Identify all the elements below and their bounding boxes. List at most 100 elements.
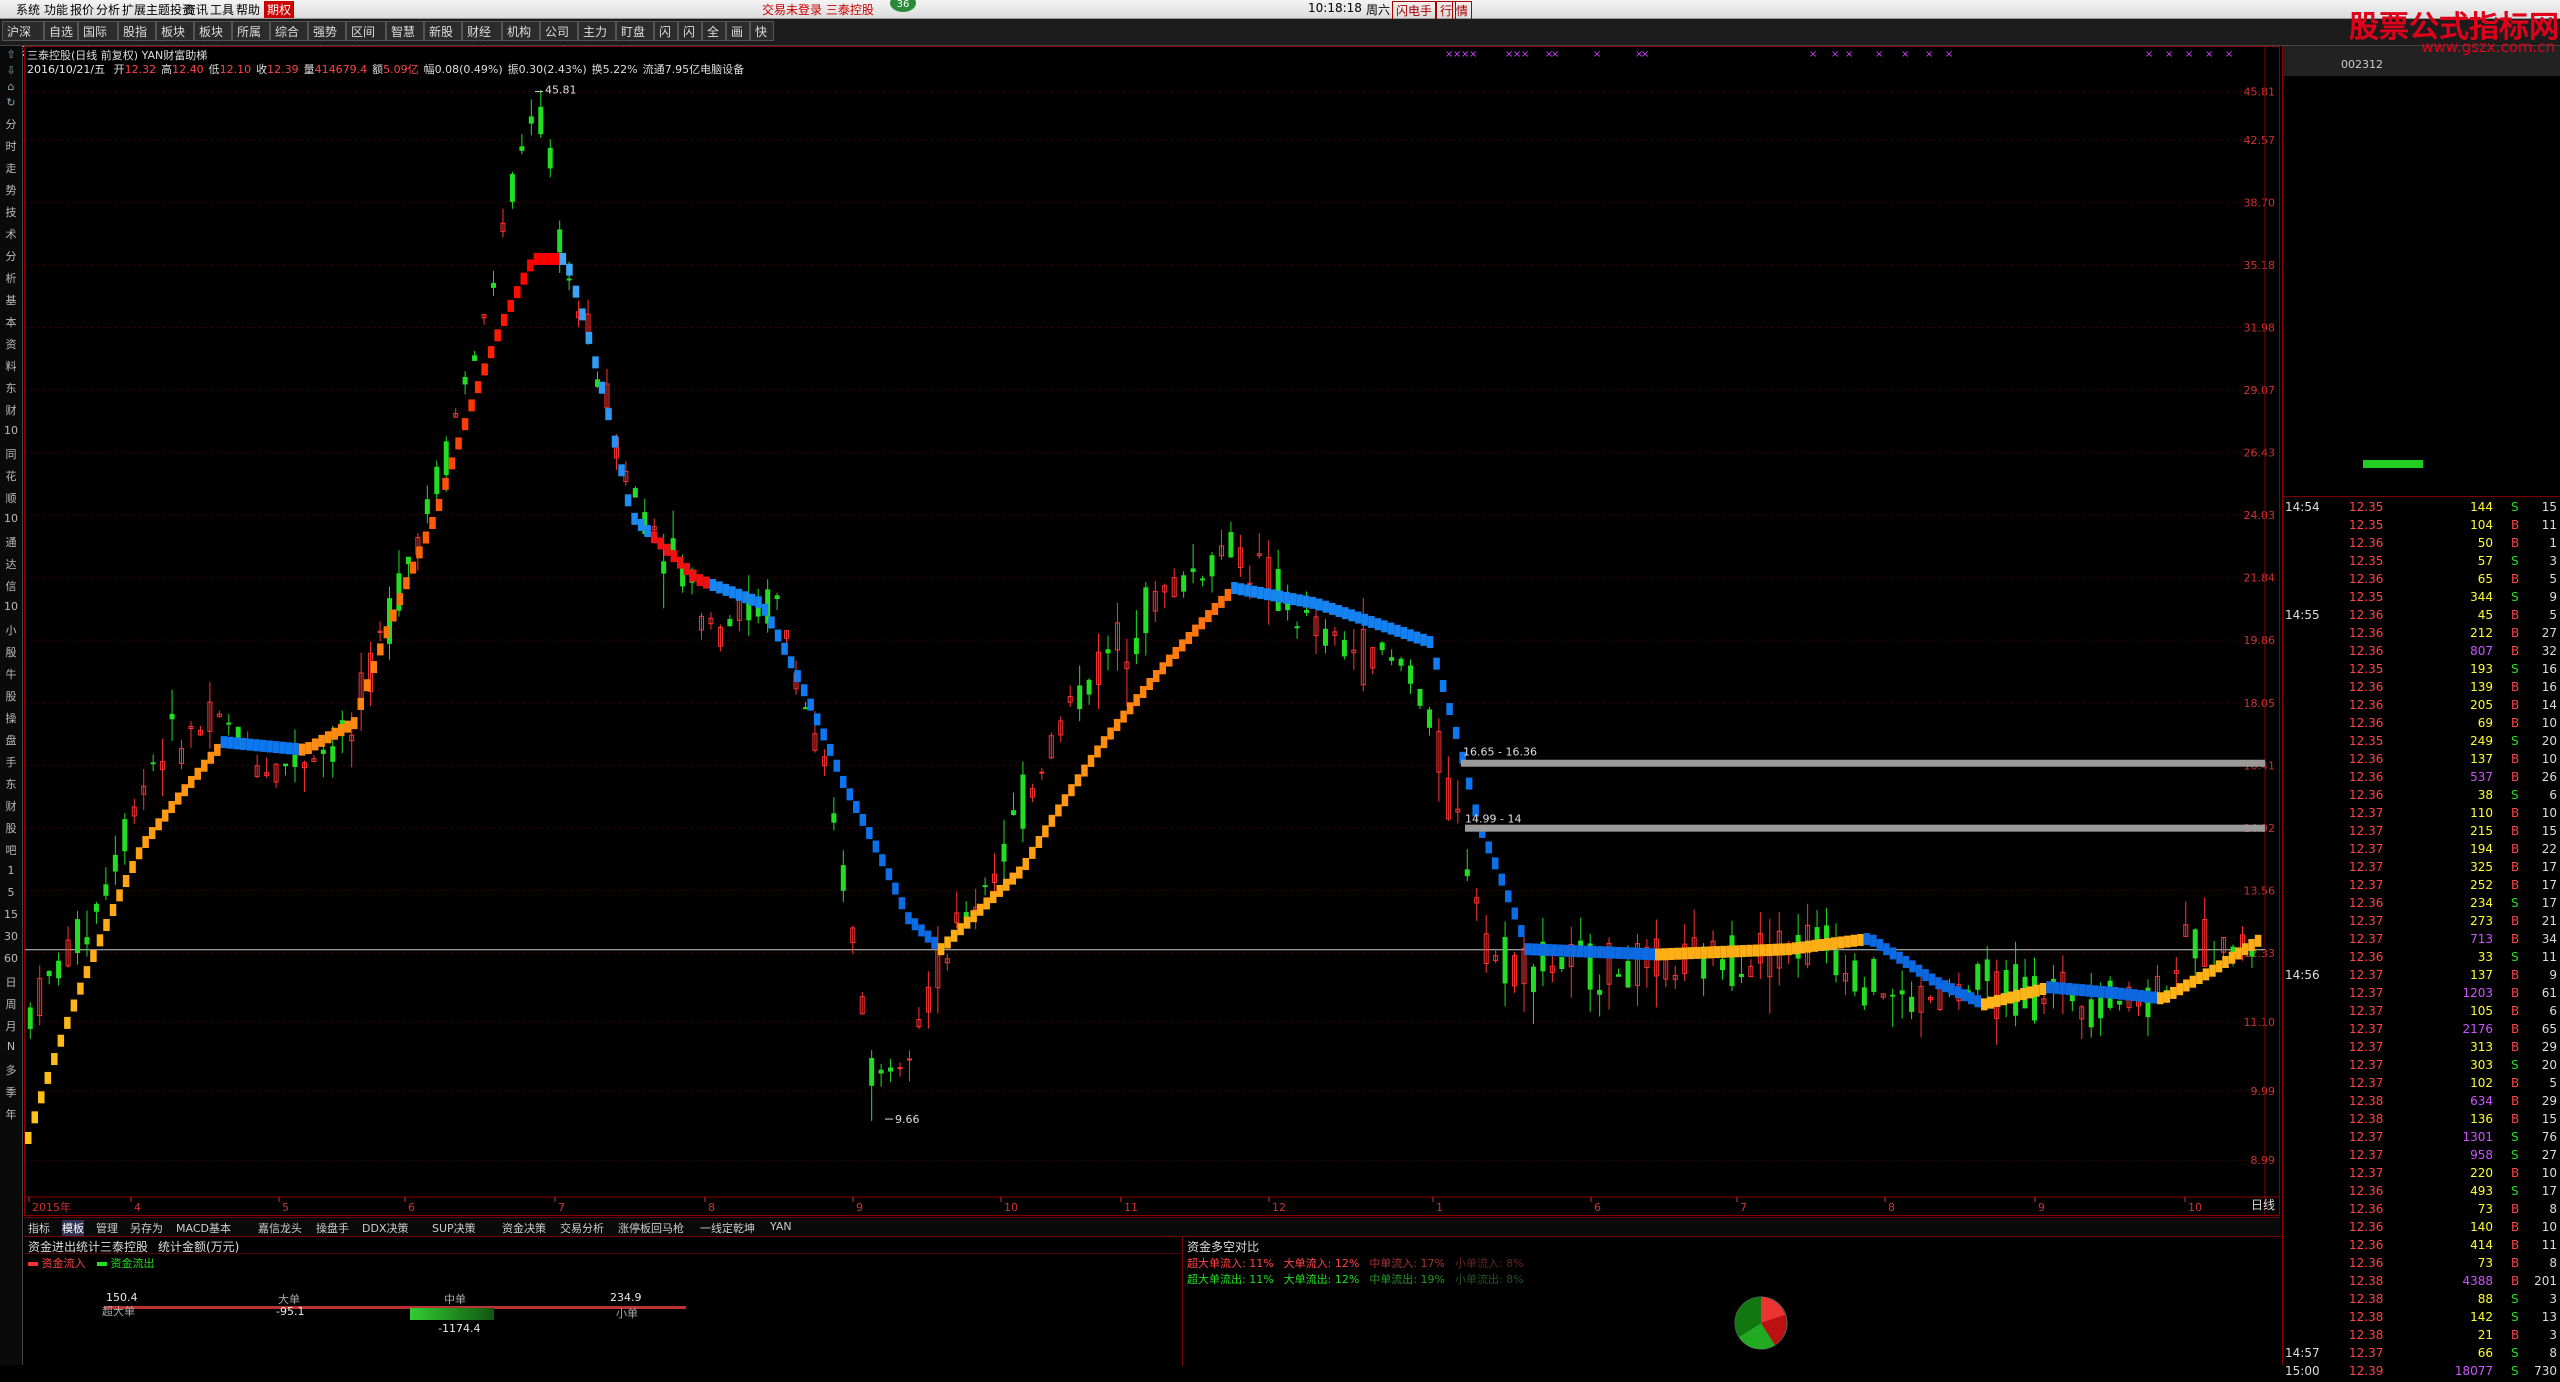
down-arrow-icon[interactable]: ⇩	[1, 64, 21, 77]
menu-quote[interactable]: 报价	[70, 1, 94, 18]
info-button[interactable]: 情	[1452, 1, 1473, 20]
toolbar-item[interactable]: 操	[1, 710, 21, 726]
tab-flash-sell[interactable]: 闪卖	[678, 21, 702, 59]
toolbar-item[interactable]: 殷	[1, 644, 21, 660]
tab-shortcut[interactable]: 快捷	[750, 21, 774, 59]
toolbar-item[interactable]: 东	[1, 776, 21, 792]
indicator-tab[interactable]: 嘉信龙头	[258, 1220, 302, 1236]
tab-intl-index[interactable]: 国际指数	[78, 21, 118, 59]
toolbar-item[interactable]: 15	[1, 908, 21, 921]
indicator-tab[interactable]: 另存为	[130, 1220, 163, 1236]
menu-function[interactable]: 功能	[44, 1, 68, 18]
stock-name-tab[interactable]: 三泰控股	[100, 1238, 148, 1255]
indicator-tab[interactable]: DDX决策	[362, 1220, 408, 1236]
toolbar-item[interactable]: 走	[1, 160, 21, 176]
toolbar-item[interactable]: 财	[1, 402, 21, 418]
tab-watch-genie[interactable]: 盯盘精灵	[616, 21, 654, 59]
menu-tools[interactable]: 工具	[210, 1, 234, 18]
toolbar-item[interactable]: 基	[1, 292, 21, 308]
toolbar-item[interactable]: 小	[1, 622, 21, 638]
toolbar-item[interactable]: 时	[1, 138, 21, 154]
toolbar-item[interactable]: 顺	[1, 490, 21, 506]
fund-flow-tab[interactable]: 资金进出统计	[28, 1238, 100, 1255]
toolbar-item[interactable]: 10	[1, 424, 21, 437]
tab-draw[interactable]: 画线	[726, 21, 750, 59]
tab-ipo-calendar[interactable]: 新股日历	[424, 21, 462, 59]
tab-sector-index[interactable]: 板块指数	[156, 21, 194, 59]
indicator-tab[interactable]: 资金决策	[502, 1220, 546, 1236]
candlestick-svg[interactable]: 45.81 42.57 38.70 35.18 31.98 29.07 26.43 24.03…	[25, 47, 2279, 1215]
toolbar-item[interactable]: 5	[1, 886, 21, 899]
tab-smart[interactable]: 智慧宝	[386, 21, 424, 59]
notification-circle[interactable]: 36	[890, 0, 916, 12]
toolbar-item[interactable]: 1	[1, 864, 21, 877]
toolbar-item[interactable]: 信	[1, 578, 21, 594]
kline-chart[interactable]: 45.81 42.57 38.70 35.18 31.98 29.07 26.43 24.03…	[24, 46, 2280, 1216]
toolbar-item[interactable]: 吧	[1, 842, 21, 858]
toolbar-item[interactable]: 东	[1, 380, 21, 396]
tab-institution[interactable]: 机构持仓	[502, 21, 540, 59]
indicator-tab[interactable]: 指标	[28, 1220, 50, 1236]
indicator-tab[interactable]: YAN	[770, 1220, 792, 1233]
toolbar-item[interactable]: 技	[1, 204, 21, 220]
tab-main-monitor[interactable]: 主力监控	[578, 21, 616, 59]
toolbar-item[interactable]: 分	[1, 116, 21, 132]
toolbar-item[interactable]: 月	[1, 1018, 21, 1034]
indicator-tab[interactable]: 操盘手	[316, 1220, 349, 1236]
toolbar-item[interactable]: 分	[1, 248, 21, 264]
toolbar-item[interactable]: 财	[1, 798, 21, 814]
options-badge[interactable]: 期权	[264, 1, 295, 18]
toolbar-item[interactable]: 资	[1, 336, 21, 352]
toolbar-item[interactable]: 同	[1, 446, 21, 462]
indicator-tab[interactable]: 管理	[96, 1220, 118, 1236]
indicator-tab[interactable]: 模板	[62, 1220, 84, 1236]
toolbar-item[interactable]: 30	[1, 930, 21, 943]
toolbar-item[interactable]: 60	[1, 952, 21, 965]
home-icon[interactable]: ⌂	[1, 80, 21, 93]
toolbar-item[interactable]: 势	[1, 182, 21, 198]
indicator-tab[interactable]: 一线定乾坤	[700, 1220, 755, 1236]
flash-trade-button[interactable]: 闪电手	[1392, 1, 1437, 20]
toolbar-item[interactable]: 料	[1, 358, 21, 374]
tab-shanghai-shenzhen-a[interactable]: 沪深A股	[2, 21, 44, 59]
tab-sector-leader[interactable]: 板块龙头	[194, 21, 232, 59]
toolbar-item[interactable]: 术	[1, 226, 21, 242]
tab-panorama[interactable]: 全景	[702, 21, 726, 59]
indicator-tab[interactable]: 涨停板回马枪	[618, 1220, 684, 1236]
tab-my-sector[interactable]: 所属板块	[232, 21, 270, 59]
menu-extend[interactable]: 扩展	[122, 1, 146, 18]
toolbar-item[interactable]: 盘	[1, 732, 21, 748]
indicator-tab[interactable]: SUP决策	[432, 1220, 476, 1236]
tab-strong-screen[interactable]: 强势选股	[308, 21, 346, 59]
menu-news[interactable]: 资讯	[184, 1, 208, 18]
amount-tab[interactable]: 统计金额(万元)	[158, 1238, 239, 1255]
tab-announcements[interactable]: 公司公告	[540, 21, 578, 59]
toolbar-item[interactable]: 花	[1, 468, 21, 484]
toolbar-item[interactable]: 日	[1, 974, 21, 990]
toolbar-item[interactable]: 10	[1, 512, 21, 525]
up-arrow-icon[interactable]: ⇧	[1, 48, 21, 61]
indicator-tab[interactable]: MACD基本	[176, 1220, 231, 1236]
toolbar-item[interactable]: 本	[1, 314, 21, 330]
toolbar-item[interactable]: 手	[1, 754, 21, 770]
toolbar-item[interactable]: 股	[1, 688, 21, 704]
refresh-icon[interactable]: ↻	[1, 96, 21, 109]
toolbar-item[interactable]: 析	[1, 270, 21, 286]
toolbar-item[interactable]: N	[1, 1040, 21, 1053]
toolbar-item[interactable]: 季	[1, 1084, 21, 1100]
tab-headlines[interactable]: 财经头条	[462, 21, 502, 59]
period-label[interactable]: 日线	[2251, 1196, 2275, 1213]
tab-index-futures[interactable]: 股指期货	[118, 21, 156, 59]
indicator-tab[interactable]: 交易分析	[560, 1220, 604, 1236]
menu-system[interactable]: 系统	[16, 1, 40, 18]
toolbar-item[interactable]: 10	[1, 600, 21, 613]
toolbar-item[interactable]: 达	[1, 556, 21, 572]
menu-help[interactable]: 帮助	[236, 1, 260, 18]
toolbar-item[interactable]: 股	[1, 820, 21, 836]
toolbar-item[interactable]: 牛	[1, 666, 21, 682]
toolbar-item[interactable]: 多	[1, 1062, 21, 1078]
tab-flash-buy[interactable]: 闪买	[654, 21, 678, 59]
toolbar-item[interactable]: 年	[1, 1106, 21, 1122]
menu-analysis[interactable]: 分析	[96, 1, 120, 18]
toolbar-item[interactable]: 周	[1, 996, 21, 1012]
